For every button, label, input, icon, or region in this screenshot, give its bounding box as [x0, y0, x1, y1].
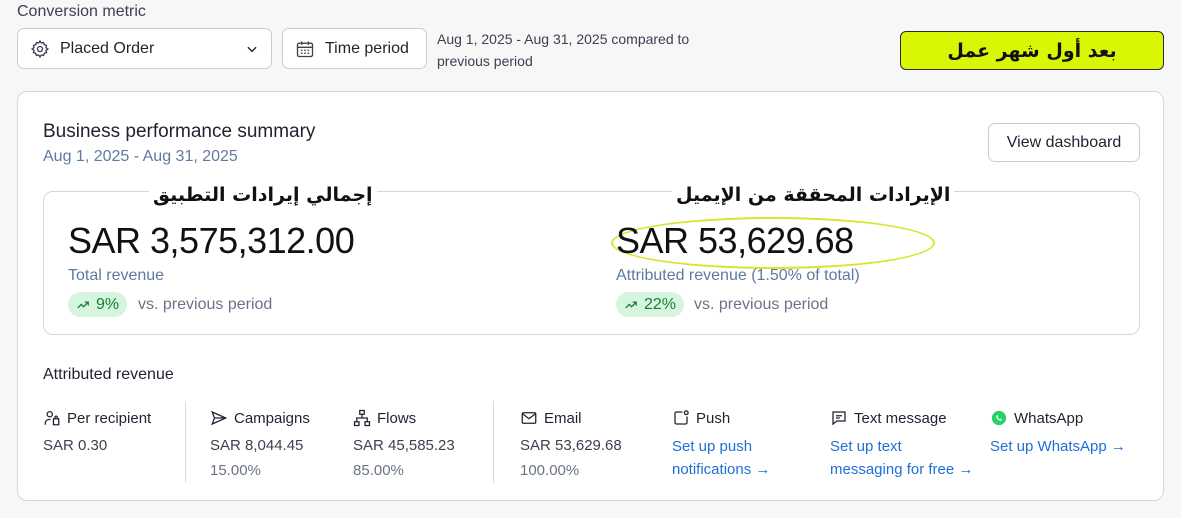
email-column: Email SAR 53,629.68 100.00%	[520, 408, 622, 482]
campaigns-column: Campaigns SAR 8,044.45 15.00%	[210, 408, 310, 482]
chat-bubble-icon	[832, 411, 846, 426]
flows-column: Flows SAR 45,585.23 85.00%	[353, 408, 455, 482]
total-revenue-vs-text: vs. previous period	[138, 296, 273, 313]
total-revenue-arabic-annotation: إجمالي إيرادات التطبيق	[149, 184, 377, 206]
attributed-revenue-value: SAR 53,629.68	[616, 220, 854, 261]
email-label: Email	[544, 409, 582, 427]
date-range-line-1: Aug 1, 2025 - Aug 31, 2025 compared to	[437, 31, 690, 47]
column-divider	[185, 401, 186, 483]
push-column: Push Set up push notifications →	[672, 408, 770, 481]
setup-text-link-line-1[interactable]: Set up text	[830, 435, 973, 458]
attributed-revenue-change-badge: 22%	[616, 292, 685, 317]
send-icon	[211, 410, 228, 426]
campaigns-percent: 15.00%	[210, 462, 261, 479]
campaigns-value: SAR 8,044.45	[210, 437, 304, 454]
per-recipient-label: Per recipient	[67, 409, 152, 427]
total-revenue-value: SAR 3,575,312.00	[68, 220, 355, 261]
total-revenue-change: 9%	[96, 295, 120, 313]
push-notification-icon	[674, 410, 689, 425]
push-label: Push	[696, 409, 731, 427]
whatsapp-column: WhatsApp Set up WhatsApp →	[990, 408, 1126, 458]
trend-up-icon	[625, 300, 637, 308]
card-date-range: Aug 1, 2025 - Aug 31, 2025	[43, 148, 238, 165]
column-divider	[493, 401, 494, 483]
calendar-icon	[296, 41, 314, 57]
text-message-label: Text message	[854, 409, 947, 427]
whatsapp-label: WhatsApp	[1014, 409, 1084, 427]
setup-text-messaging-link[interactable]: Set up text messaging for free →	[830, 435, 973, 481]
business-performance-card: Business performance summary Aug 1, 2025…	[17, 91, 1164, 501]
person-icon	[44, 410, 60, 426]
trend-up-icon	[77, 300, 89, 308]
conversion-metric-label: Conversion metric	[17, 3, 146, 20]
whatsapp-icon	[991, 410, 1007, 426]
total-revenue-change-badge: 9%	[68, 292, 128, 317]
setup-push-link-line-2[interactable]: notifications →	[672, 458, 770, 481]
revenue-summary-box: إجمالي إيرادات التطبيق SAR 3,575,312.00 …	[43, 184, 1140, 335]
total-revenue-label: Total revenue	[68, 267, 165, 284]
attributed-revenue-label: Attributed revenue (1.50% of total)	[616, 267, 860, 284]
attributed-revenue-change: 22%	[644, 295, 677, 313]
date-range-line-2: previous period	[437, 53, 533, 69]
email-value: SAR 53,629.68	[520, 437, 622, 454]
arabic-annotation-badge: بعد أول شهر عمل	[900, 31, 1164, 70]
gear-icon	[30, 39, 50, 58]
per-recipient-value: SAR 0.30	[43, 437, 108, 454]
setup-text-link-line-2[interactable]: messaging for free →	[830, 458, 973, 481]
metric-select-value: Placed Order	[60, 39, 155, 57]
text-message-column: Text message Set up text messaging for f…	[830, 408, 973, 481]
card-title: Business performance summary	[43, 121, 316, 142]
conversion-metric-select[interactable]: Placed Order	[17, 28, 272, 69]
view-dashboard-button[interactable]: View dashboard	[988, 123, 1140, 162]
attributed-revenue-arabic-annotation: الإيرادات المحققة من الإيميل	[672, 184, 955, 206]
flow-icon	[353, 409, 371, 427]
time-period-label: Time period	[325, 39, 409, 57]
setup-push-link-line-1[interactable]: Set up push	[672, 435, 770, 458]
mail-icon	[521, 412, 537, 424]
time-period-button[interactable]: Time period	[282, 28, 427, 69]
attributed-revenue-section-title: Attributed revenue	[43, 366, 174, 383]
per-recipient-column: Per recipient SAR 0.30	[43, 408, 151, 457]
setup-whatsapp-link[interactable]: Set up WhatsApp →	[990, 435, 1126, 458]
attributed-revenue-vs-text: vs. previous period	[694, 296, 829, 313]
flows-percent: 85.00%	[353, 462, 404, 479]
date-range-text: Aug 1, 2025 - Aug 31, 2025 compared to p…	[437, 28, 737, 72]
campaigns-label: Campaigns	[234, 409, 310, 427]
flows-value: SAR 45,585.23	[353, 437, 455, 454]
flows-label: Flows	[377, 409, 417, 427]
setup-push-link[interactable]: Set up push notifications →	[672, 435, 770, 481]
email-percent: 100.00%	[520, 462, 580, 479]
chevron-down-icon	[247, 46, 257, 52]
